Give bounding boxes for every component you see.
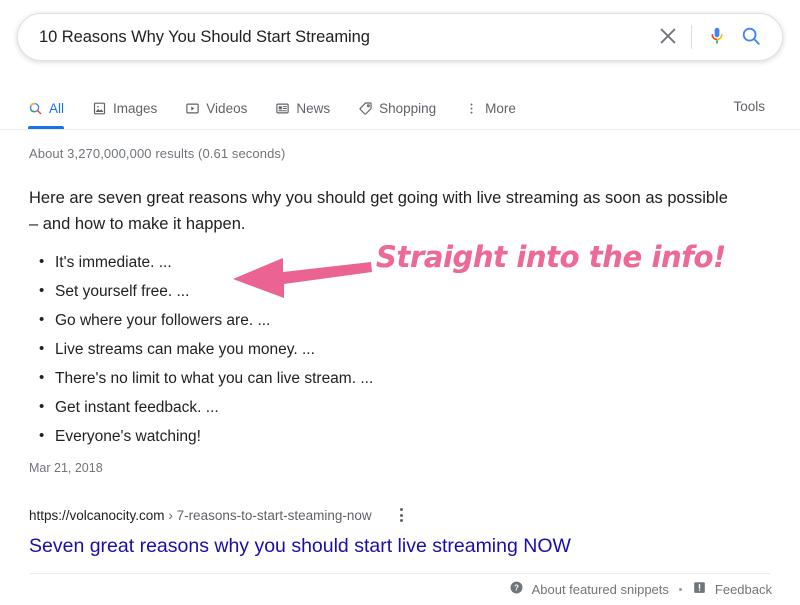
tab-videos[interactable]: Videos <box>185 88 261 129</box>
search-icon <box>740 25 762 50</box>
featured-snippet-paragraph: Here are seven great reasons why you sho… <box>29 189 728 233</box>
voice-search-button[interactable] <box>700 20 734 54</box>
search-bar[interactable] <box>17 13 783 61</box>
search-tabs-bar: All Images Videos News Shopping More Too… <box>0 88 800 130</box>
footer-divider <box>30 573 770 574</box>
tab-more[interactable]: More <box>464 88 530 129</box>
more-dots-icon <box>464 101 479 116</box>
result-url-separator: › <box>164 507 177 523</box>
result-url-row: https://volcanocity.com › 7-reasons-to-s… <box>29 506 407 524</box>
feedback-link[interactable]: Feedback <box>692 580 772 598</box>
clear-search-button[interactable] <box>651 20 685 54</box>
tab-label: News <box>296 101 331 116</box>
list-item: There's no limit to what you can live st… <box>39 363 589 393</box>
help-circle-icon: ? <box>509 580 524 598</box>
list-item: Live streams can make you money. ... <box>39 334 589 364</box>
tab-label: All <box>49 101 65 116</box>
about-featured-snippets-link[interactable]: ? About featured snippets <box>509 580 669 598</box>
list-item: Set yourself free. ... <box>39 276 589 306</box>
feedback-label: Feedback <box>714 581 772 597</box>
tab-all[interactable]: All <box>28 88 78 129</box>
news-icon <box>275 101 290 116</box>
microphone-icon <box>706 25 728 50</box>
footer-separator-dot <box>678 587 682 591</box>
search-icon <box>28 101 43 116</box>
svg-text:?: ? <box>514 583 519 592</box>
result-title-link[interactable]: Seven great reasons why you should start… <box>29 533 571 559</box>
tab-label: More <box>485 101 516 116</box>
featured-snippet-footer: ? About featured snippets Feedback <box>509 580 772 598</box>
list-item: Get instant feedback. ... <box>39 392 589 422</box>
search-bar-container <box>17 13 783 61</box>
video-icon <box>185 101 200 116</box>
result-options-menu-icon[interactable] <box>396 506 407 524</box>
result-url-domain: https://volcanocity.com <box>29 507 165 523</box>
tab-label: Images <box>113 101 158 116</box>
search-input[interactable] <box>37 26 651 48</box>
tab-label: Videos <box>206 101 248 116</box>
tag-icon <box>358 101 373 116</box>
tab-images[interactable]: Images <box>92 88 171 129</box>
list-item: Go where your followers are. ... <box>39 305 589 335</box>
search-submit-button[interactable] <box>734 20 768 54</box>
about-featured-snippets-label: About featured snippets <box>531 581 669 597</box>
results-count: About 3,270,000,000 results (0.61 second… <box>29 146 286 161</box>
tab-shopping[interactable]: Shopping <box>358 88 450 129</box>
list-item: It's immediate. ... <box>39 247 589 277</box>
tools-button[interactable]: Tools <box>733 99 765 114</box>
close-icon <box>657 25 679 50</box>
image-icon <box>92 101 107 116</box>
tab-news[interactable]: News <box>275 88 344 129</box>
result-url-path: 7-reasons-to-start-steaming-now <box>176 507 372 523</box>
google-search-results-page: All Images <box>0 0 800 605</box>
snippet-date: Mar 21, 2018 <box>29 461 103 475</box>
search-bar-divider <box>691 25 692 49</box>
result-url[interactable]: https://volcanocity.com › 7-reasons-to-s… <box>29 508 372 523</box>
featured-snippet-list: It's immediate. ... Set yourself free. .… <box>29 247 589 451</box>
flag-icon <box>692 580 707 598</box>
tab-label: Shopping <box>379 101 437 116</box>
list-item: Everyone's watching! <box>39 421 589 451</box>
search-tabs: All Images Videos News Shopping More <box>28 88 530 129</box>
active-tab-indicator <box>28 126 65 129</box>
